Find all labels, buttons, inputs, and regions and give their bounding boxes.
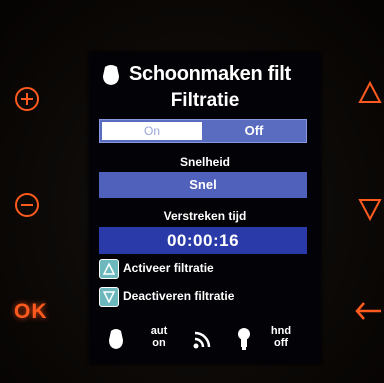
manual-mode-line2: off [273, 337, 289, 349]
down-key-icon [99, 287, 119, 307]
on-off-toggle[interactable]: On Off [99, 119, 307, 143]
down-triangle-icon [358, 199, 382, 222]
wifi-signal-icon [193, 329, 213, 354]
down-button[interactable] [358, 196, 382, 222]
back-arrow-icon [355, 302, 381, 320]
page-subtitle: Filtratie [170, 90, 240, 111]
minus-icon [15, 193, 39, 217]
display-screen: Schoonmaken filt Filtratie On Off Snelhe… [89, 52, 321, 364]
pump-icon [107, 328, 125, 355]
toggle-off-option[interactable]: Off [204, 122, 304, 140]
back-button[interactable] [354, 298, 382, 324]
page-title: Schoonmaken filt [129, 63, 291, 85]
status-footer: aut on hnd off [89, 320, 321, 360]
activate-filtration-label: Activeer filtratie [123, 261, 214, 275]
auto-mode-line1: aut [150, 325, 168, 337]
title-row: Schoonmaken filt [97, 62, 321, 88]
deactivate-filtration-label: Deactiveren filtratie [123, 289, 235, 303]
manual-mode-line1: hnd [270, 325, 292, 337]
elapsed-time-label: Verstreken tijd [163, 209, 247, 223]
auto-mode-line2: on [152, 337, 166, 349]
ok-button[interactable]: OK [14, 300, 48, 324]
speed-value[interactable]: Snel [99, 172, 307, 198]
elapsed-time-value: 00:00:16 [99, 227, 307, 254]
minus-button[interactable] [14, 192, 40, 218]
up-triangle-icon [358, 80, 382, 103]
plus-icon [15, 87, 39, 111]
up-button[interactable] [358, 80, 382, 106]
pump-icon [101, 64, 121, 91]
speed-label: Snelheid [179, 155, 230, 169]
bulb-icon [237, 327, 251, 356]
controller-panel: OK Schoonmaken filt Filtratie On Off Sne… [0, 0, 384, 383]
up-key-icon [99, 259, 119, 279]
toggle-on-option[interactable]: On [102, 122, 202, 140]
plus-button[interactable] [14, 86, 40, 112]
